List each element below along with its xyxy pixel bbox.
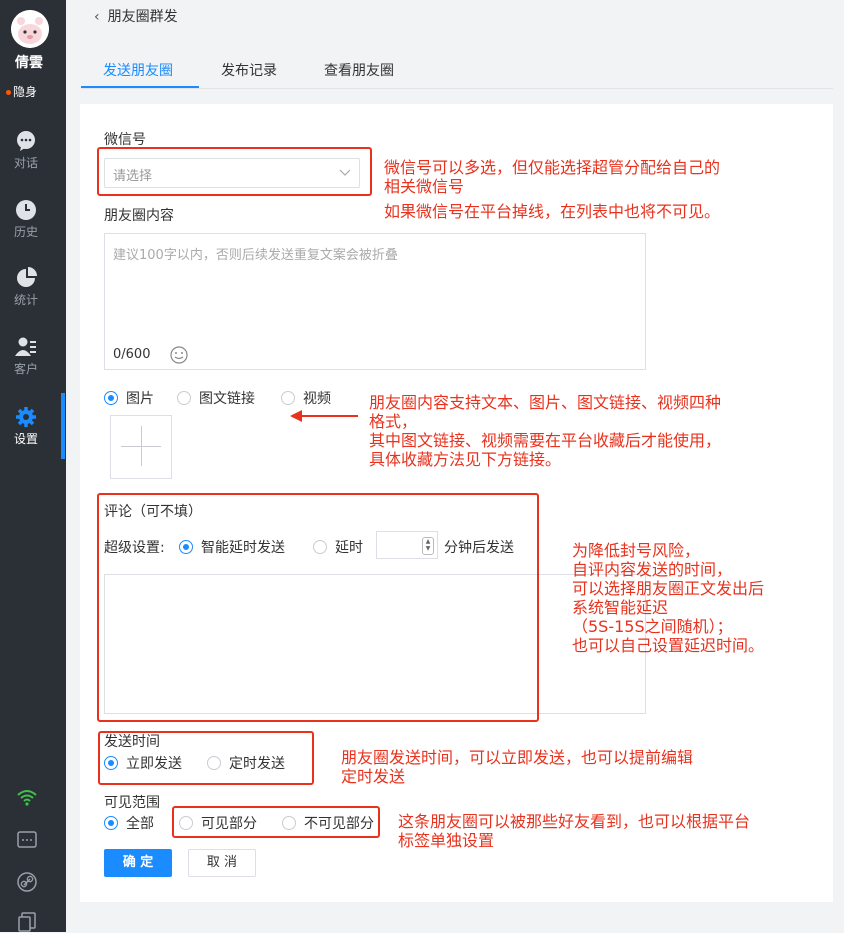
media-label-link: 图文链接 [199, 391, 255, 407]
copy-icon[interactable] [16, 911, 38, 933]
wifi-icon [17, 790, 37, 806]
annotation-box-send-time [98, 731, 314, 785]
nav-item-customer[interactable]: 客户 [0, 336, 52, 377]
status-toggle[interactable]: 隐身 [6, 83, 37, 100]
radio-dot [177, 391, 191, 405]
note-send-time: 朋友圈发送时间，可以立即发送，也可以提前编辑 定时发送 [341, 748, 694, 786]
status-dot [6, 90, 11, 95]
radio-dot [104, 391, 118, 405]
annotation-box-visible [172, 806, 380, 838]
nav-item-history[interactable]: 历史 [0, 199, 52, 240]
media-radio-video[interactable]: 视频 [281, 388, 331, 408]
avatar[interactable] [11, 10, 49, 48]
char-max: /600 [121, 347, 151, 362]
gear-icon [16, 407, 36, 427]
chat-icon [17, 131, 35, 151]
media-label-video: 视频 [303, 391, 331, 407]
pie-chart-icon [17, 267, 37, 287]
nav-item-chat[interactable]: 对话 [0, 130, 52, 171]
nav-label-stats: 统计 [13, 293, 38, 307]
clock-icon [16, 200, 36, 220]
confirm-button[interactable]: 确 定 [104, 849, 172, 877]
note-content: 朋友圈内容支持文本、图片、图文链接、视频四种 格式， 其中图文链接、视频需要在平… [369, 393, 722, 469]
link-icon[interactable] [16, 871, 38, 893]
user-name: 倩雲 [15, 55, 43, 71]
media-radio-image[interactable]: 图片 [104, 388, 154, 408]
visible-all-label: 全部 [126, 816, 154, 832]
annotation-box-wechat [97, 147, 372, 196]
emoji-icon[interactable] [170, 346, 188, 364]
nav-label-settings: 设置 [13, 432, 38, 446]
cancel-button[interactable]: 取 消 [188, 849, 256, 877]
radio-dot [281, 391, 295, 405]
note-wechat-offline: 如果微信号在平台掉线，在列表中也将不可见。 [384, 202, 721, 221]
content-label: 朋友圈内容 [104, 208, 174, 224]
note-visible: 这条朋友圈可以被那些好友看到，也可以根据平台 标签单独设置 [398, 812, 751, 850]
image-upload-box[interactable] [110, 415, 172, 479]
char-counter: 0/600 [113, 347, 150, 362]
customer-icon [15, 337, 36, 356]
nav-label-chat: 对话 [13, 156, 38, 170]
arrow-left-icon [290, 410, 358, 422]
media-label-image: 图片 [126, 391, 154, 407]
status-label: 隐身 [13, 85, 38, 99]
message-box-icon[interactable] [16, 829, 38, 851]
radio-visible-all[interactable]: 全部 [104, 813, 154, 833]
content-placeholder: 建议100字以内，否则后续发送重复文案会被折叠 [113, 248, 398, 263]
radio-dot [104, 816, 118, 830]
note-comment: 为降低封号风险， 自评内容发送的时间， 可以选择朋友圈正文发出后 系统智能延迟 … [572, 541, 765, 655]
active-indicator [61, 393, 65, 459]
media-radio-link[interactable]: 图文链接 [177, 388, 255, 408]
nav-label-history: 历史 [13, 225, 38, 239]
note-wechat: 微信号可以多选，但仅能选择超管分配给自己的 相关微信号 [384, 158, 721, 196]
nav-item-settings[interactable]: 设置 [0, 406, 52, 447]
nav-item-stats[interactable]: 统计 [0, 267, 52, 308]
annotation-box-comment [97, 493, 539, 722]
wechat-label: 微信号 [104, 132, 146, 148]
sidebar: 倩雲 隐身 对话 历史 统计 客户 设置 [0, 0, 66, 932]
visible-label: 可见范围 [104, 795, 160, 811]
content-textarea[interactable]: 建议100字以内，否则后续发送重复文案会被折叠 0/600 [104, 233, 646, 370]
nav-label-customer: 客户 [13, 362, 38, 376]
